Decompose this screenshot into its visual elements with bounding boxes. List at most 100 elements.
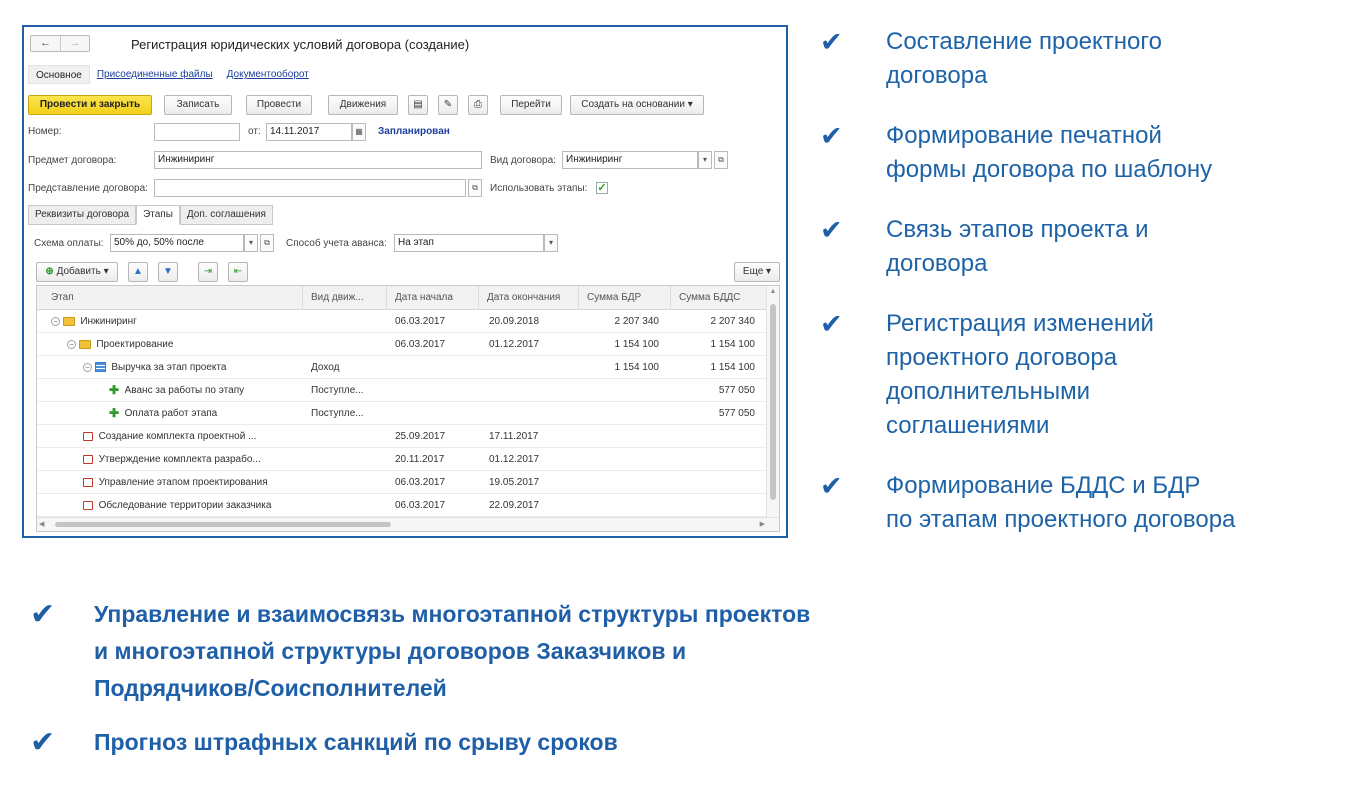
payment-scheme-field[interactable]: 50% до, 50% после (110, 234, 244, 252)
vertical-scroll-thumb[interactable] (770, 304, 776, 500)
table-header: Этап Вид движ... Дата начала Дата оконча… (37, 286, 767, 310)
stage-cell: ✚ Оплата работ этапа (109, 402, 299, 425)
calendar-icon[interactable]: ▦ (352, 123, 366, 141)
collapse-icon[interactable]: − (83, 362, 92, 372)
number-field[interactable] (154, 123, 240, 141)
advance-method-dropdown-icon[interactable]: ▾ (544, 234, 558, 252)
kind-cell: Поступле... (311, 408, 364, 419)
more-label: Еще (742, 266, 764, 277)
horizontal-scrollbar[interactable]: ◀ ▶ (37, 517, 779, 531)
end-date-cell: 01.12.2017 (489, 454, 540, 465)
stage-cell: Создание комплекта проектной ... (83, 425, 299, 448)
indent-button[interactable]: ⇥ (198, 262, 218, 282)
outdent-button[interactable]: ⇤ (228, 262, 248, 282)
tab-amendments[interactable]: Доп. соглашения (179, 205, 273, 225)
checkmark-icon: ✔ (820, 215, 843, 245)
vertical-scrollbar[interactable]: ▲ (766, 286, 779, 518)
detail-tabs: Реквизиты договора Этапы Доп. соглашения (28, 205, 273, 225)
list-icon (94, 362, 106, 373)
column-header[interactable]: Этап (37, 286, 303, 310)
table-row[interactable]: − Проектирование 06.03.2017 01.12.2017 1 15… (37, 333, 767, 356)
tab-document-flow[interactable]: Документооборот (220, 65, 316, 84)
feature-item: ✔ Регистрация изменений проектного договор… (820, 307, 1154, 443)
end-date-cell: 19.05.2017 (489, 477, 540, 488)
folder-icon (62, 316, 75, 326)
scroll-up-icon[interactable]: ▲ (768, 288, 778, 295)
movements-button[interactable]: Движения (328, 95, 398, 115)
edit-button[interactable]: ✎ (438, 95, 458, 115)
payment-scheme-dropdown-icon[interactable]: ▾ (244, 234, 258, 252)
table-row[interactable]: Утверждение комплекта разрабо... 20.11.20… (37, 448, 767, 471)
kind-cell (311, 448, 387, 471)
feature-text-line: Регистрация изменений (886, 310, 1154, 337)
report-button[interactable]: ▤ (408, 95, 428, 115)
contract-kind-dropdown-icon[interactable]: ▾ (698, 151, 712, 169)
outdent-icon: ⇤ (233, 266, 243, 277)
start-date-cell (395, 356, 479, 379)
collapse-icon[interactable]: − (51, 316, 60, 326)
tab-attached-files[interactable]: Присоединенные файлы (90, 65, 220, 84)
add-button[interactable]: ⊕ Добавить ▾ (36, 262, 118, 282)
presentation-field[interactable] (154, 179, 466, 197)
print-button[interactable]: ⎙ (468, 95, 488, 115)
bdr-cell (579, 402, 659, 425)
feature-text-line: по этапам проектного договора (886, 506, 1236, 533)
table-row[interactable]: Обследование территории заказчика 06.03.2… (37, 494, 767, 517)
save-button[interactable]: Записать (164, 95, 232, 115)
more-button[interactable]: Еще ▾ (734, 262, 780, 282)
stage-name: Создание комплекта проектной ... (98, 431, 257, 442)
post-button[interactable]: Провести (246, 95, 312, 115)
date-label: от: (248, 126, 261, 137)
column-header[interactable]: Дата начала (387, 286, 479, 310)
end-date-cell (489, 379, 579, 402)
link-icon (83, 500, 93, 510)
table-row[interactable]: Создание комплекта проектной ... 25.09.20… (37, 425, 767, 448)
tab-contract-details[interactable]: Реквизиты договора (28, 205, 137, 225)
use-stages-checkbox[interactable]: ✓ (596, 182, 608, 194)
tab-stages[interactable]: Этапы (136, 205, 180, 225)
folder-icon (78, 339, 91, 349)
goto-button[interactable]: Перейти (500, 95, 562, 115)
subject-field[interactable]: Инжиниринг (154, 151, 482, 169)
checkmark-icon: ✔ (820, 471, 843, 501)
collapse-icon[interactable]: − (67, 339, 76, 349)
tab-main[interactable]: Основное (28, 65, 90, 84)
date-field[interactable]: 14.11.2017 (266, 123, 352, 141)
table-row[interactable]: − Инжиниринг 06.03.2017 20.09.2018 2 207 34… (37, 310, 767, 333)
column-header[interactable]: Сумма БДДС (671, 286, 767, 310)
table-row[interactable]: ✚ Аванс за работы по этапу Поступле... 577… (37, 379, 767, 402)
bdr-cell: 2 207 340 (614, 316, 660, 327)
start-date-cell (395, 379, 479, 402)
forward-button[interactable]: → (59, 36, 89, 51)
move-down-button[interactable]: ▼ (158, 262, 178, 282)
feature-text-line: проектного договора (886, 344, 1118, 371)
back-button[interactable]: ← (31, 36, 60, 51)
end-date-cell: 17.11.2017 (489, 431, 539, 442)
contract-kind-open-icon[interactable]: ⧉ (714, 151, 728, 169)
contract-kind-field[interactable]: Инжиниринг (562, 151, 698, 169)
report-icon: ▤ (413, 99, 423, 110)
presentation-open-icon[interactable]: ⧉ (468, 179, 482, 197)
column-header[interactable]: Дата окончания (479, 286, 579, 310)
table-row[interactable]: − Выручка за этап проекта Доход 1 154 100 1… (37, 356, 767, 379)
create-based-button[interactable]: Создать на основании ▾ (570, 95, 704, 115)
post-and-close-button[interactable]: Провести и закрыть (28, 95, 152, 115)
payment-scheme-open-icon[interactable]: ⧉ (260, 234, 274, 252)
advance-method-field[interactable]: На этап (394, 234, 544, 252)
chevron-down-icon: ▾ (687, 99, 693, 110)
column-header[interactable]: Сумма БДР (579, 286, 671, 310)
bottom-feature-text-line: Управление и взаимосвязь многоэтапной ст… (94, 601, 811, 627)
add-item-icon: ✚ (109, 406, 120, 420)
kind-cell (311, 333, 387, 356)
horizontal-scroll-thumb[interactable] (55, 522, 391, 527)
move-up-button[interactable]: ▲ (128, 262, 148, 282)
number-label: Номер: (28, 126, 62, 137)
table-row[interactable]: ✚ Оплата работ этапа Поступле... 577 050 (37, 402, 767, 425)
table-row[interactable]: Управление этапом проектирования 06.03.20… (37, 471, 767, 494)
payment-scheme-label: Схема оплаты: (34, 238, 104, 249)
link-icon (83, 454, 93, 464)
column-header[interactable]: Вид движ... (303, 286, 387, 310)
scroll-left-icon[interactable]: ◀ (39, 520, 44, 528)
scroll-right-icon[interactable]: ▶ (760, 520, 765, 528)
kind-cell (311, 471, 387, 494)
